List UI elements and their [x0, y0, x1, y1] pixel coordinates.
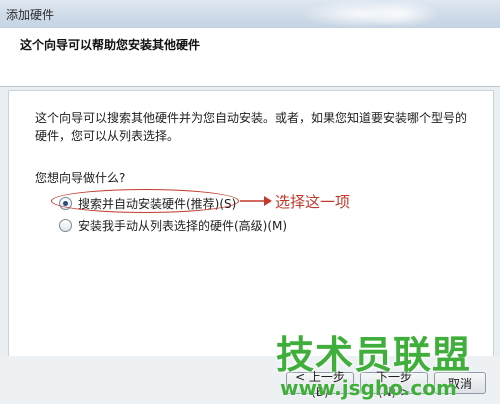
add-hardware-wizard-window: 添加硬件 这个向导可以帮助您安装其他硬件 这个向导可以搜索其他硬件并为您自动安装…: [0, 0, 500, 404]
title-bar[interactable]: 添加硬件: [0, 0, 500, 28]
back-button[interactable]: < 上一步(B): [286, 370, 354, 399]
cancel-button[interactable]: 取消: [434, 372, 486, 394]
wizard-header: 这个向导可以帮助您安装其他硬件: [0, 28, 500, 87]
glass-highlight-2: [360, 0, 440, 28]
window-title: 添加硬件: [6, 8, 55, 22]
annotation-ellipse: [51, 189, 239, 213]
next-button[interactable]: 下一步(N) >: [360, 370, 428, 399]
option-manual-select[interactable]: 安装我手动从列表选择的硬件(高级)(M): [59, 217, 287, 234]
wizard-body: 这个向导可以搜索其他硬件并为您自动安装。或者，如果您知道要安装哪个型号的硬件，您…: [8, 90, 494, 358]
wizard-footer: < 上一步(B) 下一步(N) > 取消: [0, 356, 500, 404]
option-manual-select-label: 安装我手动从列表选择的硬件(高级)(M): [78, 219, 288, 233]
wizard-header-title: 这个向导可以帮助您安装其他硬件: [20, 38, 201, 52]
annotation-arrow-icon: [240, 196, 272, 206]
intro-text: 这个向导可以搜索其他硬件并为您自动安装。或者，如果您知道要安装哪个型号的硬件，您…: [35, 111, 468, 143]
annotation-text: 选择这一项: [275, 193, 351, 211]
question-label: 您想向导做什么?: [35, 171, 126, 185]
radio-manual-select[interactable]: [59, 219, 72, 232]
